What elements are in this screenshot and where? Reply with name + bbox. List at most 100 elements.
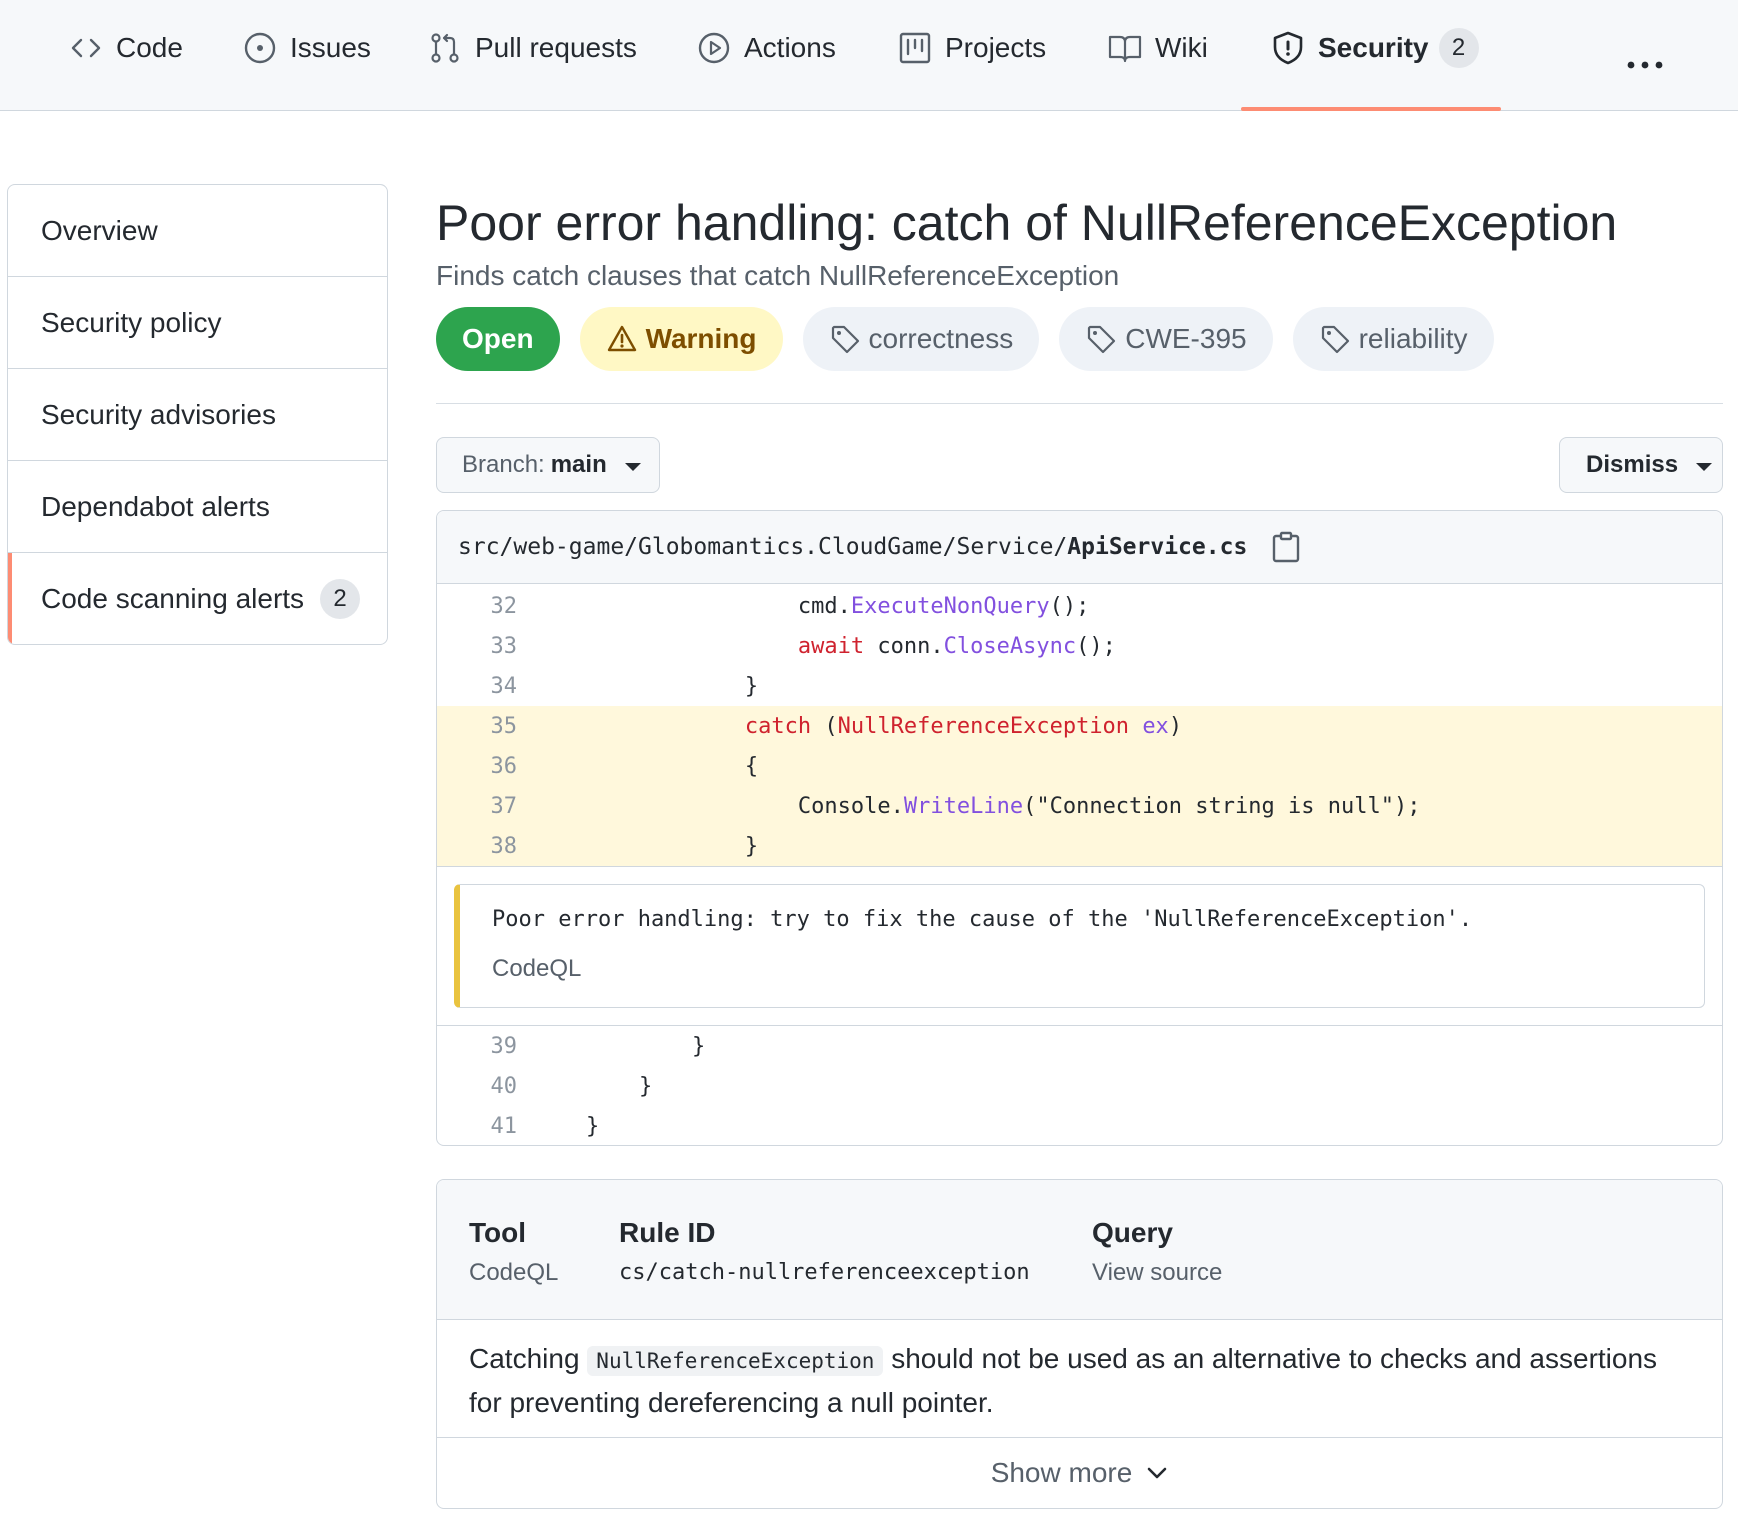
tag-correctness[interactable]: correctness bbox=[802, 307, 1040, 371]
line-code: { bbox=[517, 754, 758, 779]
code-token: WriteLine bbox=[903, 793, 1024, 819]
sidebar-item-label: Security policy bbox=[41, 306, 222, 338]
alert-subtitle: Finds catch clauses that catch NullRefer… bbox=[436, 260, 1120, 291]
tab-pull-requests[interactable]: Pull requests bbox=[427, 30, 637, 96]
security-alert-counter: 2 bbox=[1438, 28, 1479, 68]
severity-badge: Warning bbox=[579, 307, 783, 371]
line-number[interactable]: 38 bbox=[437, 834, 518, 859]
show-more-label: Show more bbox=[990, 1457, 1133, 1488]
inline-alert: Poor error handling: try to fix the caus… bbox=[454, 884, 1705, 1008]
desc-text-before: Catching bbox=[469, 1343, 588, 1374]
view-source-link[interactable]: View source bbox=[1092, 1255, 1222, 1291]
tag-cwe-395[interactable]: CWE-395 bbox=[1059, 307, 1273, 371]
sidebar-item-overview[interactable]: Overview bbox=[8, 185, 387, 277]
line-number[interactable]: 37 bbox=[437, 794, 518, 819]
code-token: } bbox=[533, 1113, 600, 1139]
tab-projects[interactable]: Projects bbox=[897, 30, 1046, 96]
tab-pull-requests-label: Pull requests bbox=[475, 32, 637, 63]
rule-id-column: Rule ID cs/catch-nullreferenceexception bbox=[619, 1215, 1030, 1291]
code-token: ex bbox=[1142, 713, 1169, 739]
security-sidebar: Overview Security policy Security adviso… bbox=[7, 184, 388, 645]
status-badge-label: Open bbox=[462, 323, 534, 354]
caret-down-icon bbox=[624, 462, 641, 471]
more-tabs-button[interactable] bbox=[1620, 40, 1670, 90]
tab-wiki[interactable]: Wiki bbox=[1107, 30, 1208, 96]
play-icon bbox=[696, 30, 732, 66]
sidebar-item-code-scanning-alerts[interactable]: Code scanning alerts 2 bbox=[8, 553, 387, 644]
code-lines-highlighted: 35 catch (NullReferenceException ex) 36 {… bbox=[437, 706, 1722, 866]
tab-actions[interactable]: Actions bbox=[696, 30, 836, 96]
line-number[interactable]: 40 bbox=[437, 1074, 518, 1099]
code-token: ) bbox=[1168, 713, 1183, 739]
tab-code-label: Code bbox=[116, 32, 183, 63]
query-header: Query bbox=[1092, 1217, 1173, 1248]
sidebar-item-label: Overview bbox=[41, 214, 158, 246]
alert-title: Poor error handling: catch of NullRefere… bbox=[436, 195, 1618, 251]
caret-down-icon bbox=[1696, 462, 1713, 471]
code-token: Console. bbox=[797, 793, 904, 819]
status-badge: Open bbox=[436, 307, 560, 371]
shield-icon bbox=[1270, 30, 1306, 66]
file-name[interactable]: ApiService.cs bbox=[1067, 534, 1247, 560]
line-number[interactable]: 39 bbox=[437, 1034, 518, 1059]
line-code: } bbox=[517, 1034, 705, 1059]
code-line: 41 } bbox=[437, 1106, 1722, 1145]
code-token: ("Connection string is null"); bbox=[1023, 793, 1421, 819]
code-line: 39 } bbox=[437, 1026, 1722, 1066]
code-line: 38 } bbox=[437, 826, 1722, 866]
file-path-header: src/web-game/Globomantics.CloudGame/Serv… bbox=[437, 511, 1722, 584]
code-line: 37 Console.WriteLine("Connection string … bbox=[437, 786, 1722, 826]
line-code: } bbox=[517, 1074, 652, 1099]
copy-icon[interactable] bbox=[1271, 531, 1301, 563]
tool-header: Tool bbox=[469, 1217, 527, 1248]
line-number[interactable]: 32 bbox=[437, 594, 518, 619]
rule-description: Catching NullReferenceException should n… bbox=[437, 1320, 1722, 1438]
sidebar-item-label: Security advisories bbox=[41, 398, 276, 430]
line-number[interactable]: 41 bbox=[437, 1114, 518, 1139]
code-snippet-panel: src/web-game/Globomantics.CloudGame/Serv… bbox=[436, 510, 1723, 1146]
code-icon bbox=[68, 30, 104, 66]
book-icon bbox=[1107, 30, 1143, 66]
severity-badge-label: Warning bbox=[645, 323, 757, 354]
tab-security[interactable]: Security 2 bbox=[1270, 28, 1479, 96]
code-token: (); bbox=[1049, 593, 1090, 619]
line-code: } bbox=[517, 834, 758, 859]
tag-icon bbox=[1321, 325, 1349, 354]
code-token: { bbox=[533, 753, 759, 779]
line-number[interactable]: 33 bbox=[437, 634, 518, 659]
code-token: await bbox=[797, 633, 865, 659]
sidebar-item-label: Code scanning alerts bbox=[41, 583, 305, 614]
show-more-button[interactable]: Show more bbox=[437, 1438, 1722, 1508]
branch-select-button[interactable]: Branch: main bbox=[436, 437, 660, 493]
sidebar-item-security-advisories[interactable]: Security advisories bbox=[8, 369, 387, 461]
tag-reliability[interactable]: reliability bbox=[1292, 307, 1494, 371]
line-code: Console.WriteLine("Connection string is … bbox=[517, 793, 1421, 819]
sidebar-item-security-policy[interactable]: Security policy bbox=[8, 277, 387, 369]
tab-actions-label: Actions bbox=[744, 32, 836, 63]
query-column: Query View source bbox=[1092, 1215, 1222, 1291]
code-token: catch bbox=[744, 713, 812, 739]
sidebar-item-dependabot-alerts[interactable]: Dependabot alerts bbox=[8, 461, 387, 553]
line-code: cmd.ExecuteNonQuery(); bbox=[517, 594, 1089, 619]
rule-info-panel: Tool CodeQL Rule ID cs/catch-nullreferen… bbox=[436, 1179, 1723, 1509]
tab-issues[interactable]: Issues bbox=[242, 30, 371, 96]
code-token: } bbox=[533, 833, 759, 859]
line-number[interactable]: 34 bbox=[437, 674, 518, 699]
tab-code[interactable]: Code bbox=[68, 30, 183, 96]
dismiss-label: Dismiss bbox=[1586, 451, 1679, 478]
line-number[interactable]: 35 bbox=[437, 714, 518, 739]
repo-tab-nav: Code Issues Pull requests Actions Projec… bbox=[0, 0, 1738, 111]
code-line: 35 catch (NullReferenceException ex) bbox=[437, 706, 1722, 746]
code-line: 40 } bbox=[437, 1066, 1722, 1106]
kebab-horizontal-icon bbox=[1627, 61, 1663, 69]
code-scanning-counter: 2 bbox=[320, 579, 361, 619]
tool-column: Tool CodeQL bbox=[469, 1215, 558, 1291]
code-line: 32 cmd.ExecuteNonQuery(); bbox=[437, 586, 1722, 626]
project-icon bbox=[897, 30, 933, 66]
tool-value: CodeQL bbox=[469, 1259, 559, 1286]
tag-icon bbox=[831, 325, 859, 354]
line-number[interactable]: 36 bbox=[437, 754, 518, 779]
dismiss-button[interactable]: Dismiss bbox=[1559, 437, 1723, 493]
